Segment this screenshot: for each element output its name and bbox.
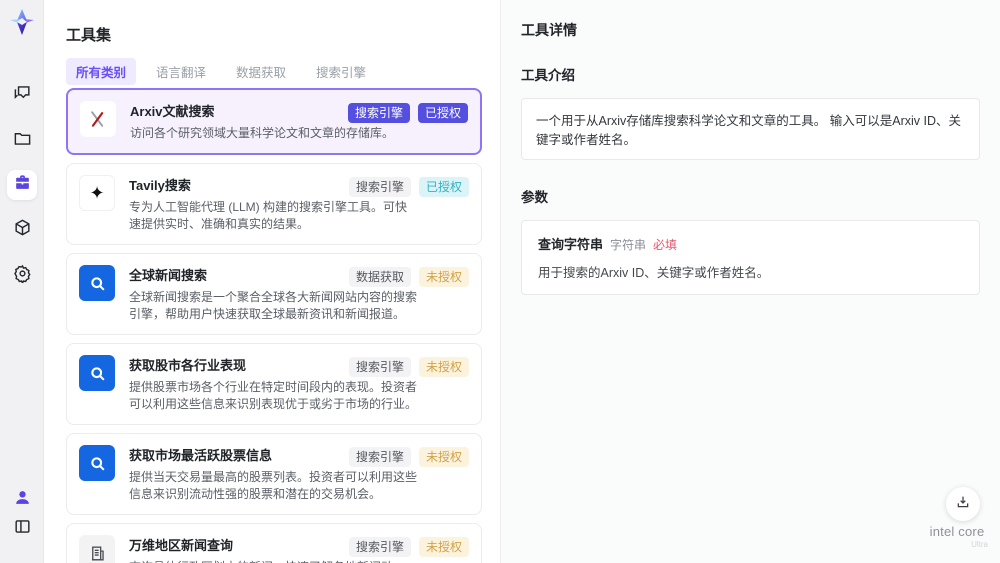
tool-description: 访问各个研究领域大量科学论文和文章的存储库。 [130,126,395,140]
app-logo-icon[interactable] [8,8,36,36]
auth-status-badge: 已授权 [417,103,468,123]
chat-icon [13,83,32,107]
folder-icon [13,129,32,153]
auth-status-badge: 未授权 [418,537,469,557]
category-tag: 搜索引擎 [348,357,411,377]
sidebar-item-chat[interactable] [7,80,37,110]
sidebar-item-account[interactable] [7,485,37,515]
tab-all-categories[interactable]: 所有类别 [66,58,137,85]
auth-status-badge: 已授权 [418,177,469,197]
intro-heading: 工具介绍 [521,68,575,83]
news-building-icon [79,535,115,563]
app-window: 工具集 所有类别 语言翻译 数据获取 搜索引擎 Arxiv文献搜索 访问各个研究… [0,0,1000,563]
tool-description: 提供股票市场各个行业在特定时间段内的表现。投资者可以利用这些信息来识别表现优于或… [129,380,418,411]
gear-icon [13,264,32,288]
parameter-description: 用于搜索的Arxiv ID、关键字或作者姓名。 [538,266,770,280]
tool-intro-text: 一个用于从Arxiv存储库搜索科学论文和文章的工具。 输入可以是Arxiv ID… [521,98,980,160]
parameter-item: 查询字符串 字符串 必填 用于搜索的Arxiv ID、关键字或作者姓名。 [521,220,980,295]
download-icon [955,494,971,515]
parameter-type: 字符串 [610,238,647,252]
blue-search-icon [79,265,115,301]
tool-card-most-active-stocks[interactable]: 获取市场最活跃股票信息 提供当天交易量最高的股票列表。投资者可以利用这些信息来识… [66,433,482,515]
tool-card-regional-news[interactable]: 万维地区新闻查询 查询具体行政区划内的新闻，快速了解各地新闻动 搜索引擎 未授权 [66,523,482,563]
auth-status-badge: 未授权 [418,447,469,467]
arxiv-logo-icon [80,101,116,137]
tool-card-tavily[interactable]: ✦ Tavily搜索 专为人工智能代理 (LLM) 构建的搜索引擎工具。可快速提… [66,163,482,245]
user-icon [13,488,32,512]
tab-search-engine[interactable]: 搜索引擎 [306,58,376,85]
auth-status-badge: 未授权 [418,267,469,287]
tool-card-sector-performance[interactable]: 获取股市各行业表现 提供股票市场各个行业在特定时间段内的表现。投资者可以利用这些… [66,343,482,425]
tool-detail-panel: 工具详情 工具介绍 一个用于从Arxiv存储库搜索科学论文和文章的工具。 输入可… [500,0,1000,563]
blue-search-icon [79,445,115,481]
category-tag: 数据获取 [348,267,411,287]
detail-title: 工具详情 [521,22,577,38]
sidebar-item-tools[interactable] [7,170,37,200]
category-tag: 搜索引擎 [347,103,410,123]
parameter-required-flag: 必填 [653,238,678,252]
category-tag: 搜索引擎 [348,447,411,467]
intel-core-logo: intel core Ultra [922,524,992,549]
tool-description: 全球新闻搜索是一个聚合全球各大新闻网站内容的搜索引擎，帮助用户快速获取全球最新资… [129,290,418,321]
cube-icon [13,218,32,242]
sidebar-item-settings[interactable] [7,261,37,291]
briefcase-icon [13,173,32,197]
params-heading: 参数 [521,190,548,205]
sidebar-item-models[interactable] [7,215,37,245]
category-tabs: 所有类别 语言翻译 数据获取 搜索引擎 [66,58,376,85]
tool-description: 专为人工智能代理 (LLM) 构建的搜索引擎工具。可快速提供实时、准确和真实的结… [129,200,408,231]
intel-core-ultra-text: Ultra [971,540,988,549]
blue-search-icon [79,355,115,391]
tavily-star-icon: ✦ [79,175,115,211]
sidebar-item-files[interactable] [7,126,37,156]
tab-data-fetch[interactable]: 数据获取 [226,58,296,85]
sidebar-item-collapse[interactable] [7,514,37,544]
category-tag: 搜索引擎 [348,177,411,197]
tool-description: 提供当天交易量最高的股票列表。投资者可以利用这些信息来识别流动性强的股票和潜在的… [129,470,418,501]
collapse-panel-icon [13,517,32,541]
page-title: 工具集 [66,27,112,44]
left-sidebar [0,0,44,563]
tool-card-global-news[interactable]: 全球新闻搜索 全球新闻搜索是一个聚合全球各大新闻网站内容的搜索引擎，帮助用户快速… [66,253,482,335]
parameter-name: 查询字符串 [538,237,604,252]
tool-card-arxiv[interactable]: Arxiv文献搜索 访问各个研究领域大量科学论文和文章的存储库。 搜索引擎 已授… [66,88,482,155]
tool-description: 查询具体行政区划内的新闻，快速了解各地新闻动 [129,559,417,563]
tool-list: Arxiv文献搜索 访问各个研究领域大量科学论文和文章的存储库。 搜索引擎 已授… [66,88,482,563]
download-button[interactable] [946,487,980,521]
intel-core-logo-text: intel core [929,524,985,539]
tab-language-translation[interactable]: 语言翻译 [146,58,216,85]
auth-status-badge: 未授权 [418,357,469,377]
toolset-panel: 工具集 所有类别 语言翻译 数据获取 搜索引擎 Arxiv文献搜索 访问各个研究… [44,0,500,563]
category-tag: 搜索引擎 [348,537,411,557]
